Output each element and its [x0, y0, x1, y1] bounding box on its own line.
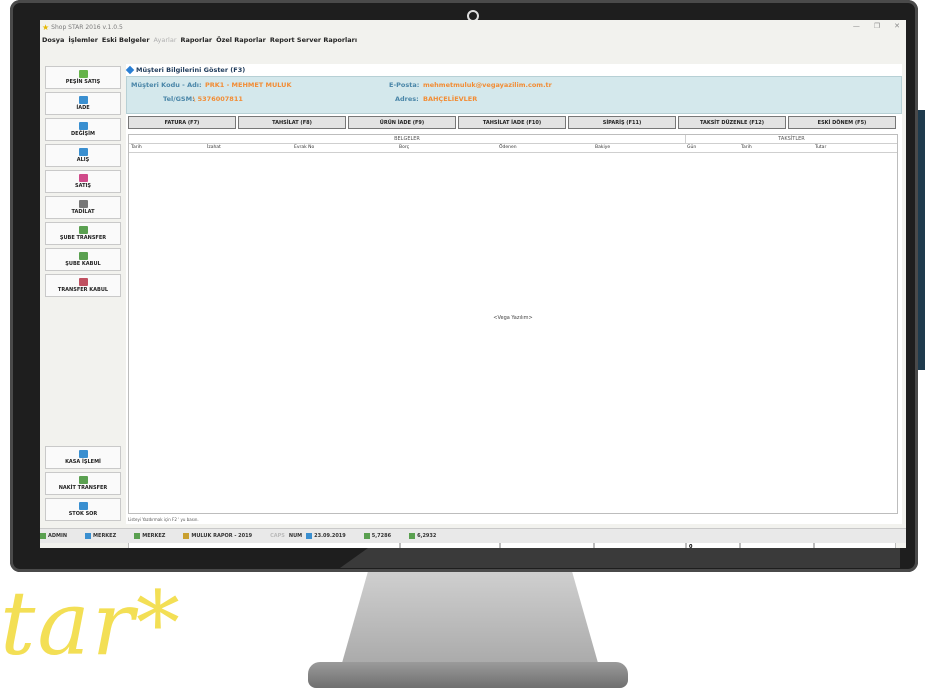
sidebar-item-satis[interactable]: SATIŞ: [45, 170, 121, 193]
sidebar-item-sube-kabul[interactable]: ŞUBE KABUL: [45, 248, 121, 271]
customer-info: Müşteri Kodu - Adı: PRK1 - MEHMET MULUK …: [126, 76, 902, 114]
column-bakiye[interactable]: Bakiye: [595, 145, 610, 150]
monitor-frame: ★ Shop STAR 2016 v.1.0.5 — ❐ ✕ Dosya İşl…: [10, 0, 918, 572]
sidebar: PEŞİN SATIŞ İADE DEĞİŞİM ALIŞ SATIŞ TADİ…: [42, 64, 122, 526]
column-izahat[interactable]: İzahat: [207, 145, 221, 150]
cash-box-icon: [78, 450, 88, 458]
menu-raporlar[interactable]: Raporlar: [181, 36, 213, 44]
status-branch: MERKEZ: [85, 533, 116, 539]
status-user: ADMIN: [40, 533, 67, 539]
sidebar-item-transfer-kabul[interactable]: TRANSFER KABUL: [45, 274, 121, 297]
exchange-icon: [78, 122, 88, 130]
close-button[interactable]: ✕: [894, 22, 900, 30]
print-hint: Listeyi Yazdırmak için F2 ' yu basın.: [128, 517, 199, 522]
app-window: ★ Shop STAR 2016 v.1.0.5 — ❐ ✕ Dosya İşl…: [40, 20, 906, 548]
sidebar-item-tadilat[interactable]: TADİLAT: [45, 196, 121, 219]
monitor-base: [308, 662, 628, 688]
branch-accept-icon: [78, 252, 88, 260]
action-tabs: FATURA (F7) TAHSİLAT (F8) ÜRÜN İADE (F9)…: [128, 116, 896, 129]
tab-taksit-duzenle[interactable]: TAKSİT DÜZENLE (F12): [678, 116, 786, 129]
email-label: E-Posta:: [389, 81, 420, 89]
sidebar-item-alis[interactable]: ALIŞ: [45, 144, 121, 167]
column-evrak-no[interactable]: Evrak No: [294, 145, 314, 150]
menu-ayarlar[interactable]: Ayarlar: [154, 36, 177, 44]
return-icon: [78, 96, 88, 104]
user-icon: [40, 533, 46, 539]
stock-query-icon: [78, 502, 88, 510]
tab-siparis[interactable]: SİPARİŞ (F11): [568, 116, 676, 129]
tab-fatura[interactable]: FATURA (F7): [128, 116, 236, 129]
maximize-button[interactable]: ❐: [874, 22, 880, 30]
monitor-stand: [340, 560, 600, 670]
tab-tahsilat[interactable]: TAHSİLAT (F8): [238, 116, 346, 129]
sidebar-item-pesin-satis[interactable]: PEŞİN SATIŞ: [45, 66, 121, 89]
sidebar-bottom: KASA İŞLEMİ NAKİT TRANSFER STOK SOR: [42, 444, 124, 524]
star-icon: ★: [42, 22, 50, 32]
column-tutar[interactable]: Tutar: [815, 145, 826, 150]
tab-eski-donem[interactable]: ESKİ DÖNEM (F5): [788, 116, 896, 129]
menu-bar: Dosya İşlemler Eski Belgeler Ayarlar Rap…: [40, 34, 906, 46]
branch-icon: [85, 533, 92, 539]
branch-transfer-icon: [78, 226, 88, 234]
documents-grid[interactable]: BELGELER TAKSİTLER Tarih İzahat Evrak No…: [128, 134, 898, 514]
diamond-icon: [125, 65, 135, 75]
euro-rate-icon: [409, 533, 416, 539]
edit-icon: [78, 200, 88, 208]
money-transfer-icon: [78, 476, 88, 484]
phone-label: Tel/GSM:: [163, 95, 195, 103]
warehouse-icon: [134, 533, 141, 539]
menu-report-server[interactable]: Report Server Raporları: [270, 36, 357, 44]
status-bar: ADMIN MERKEZ MERKEZ MULUK RAPOR - 2019 C…: [40, 528, 906, 543]
column-taksit-tarih[interactable]: Tarih: [741, 145, 752, 150]
group-header-taksitler: TAKSİTLER: [686, 135, 897, 144]
calendar-icon: [306, 533, 313, 539]
status-caps: CAPS: [270, 533, 285, 539]
sidebar-item-iade[interactable]: İADE: [45, 92, 121, 115]
minimize-button[interactable]: —: [853, 22, 860, 30]
status-warehouse: MERKEZ: [134, 533, 165, 539]
window-title: Shop STAR 2016 v.1.0.5: [51, 23, 123, 31]
sidebar-item-kasa-islemi[interactable]: KASA İŞLEMİ: [45, 446, 121, 469]
sale-icon: [78, 174, 88, 182]
dollar-rate-icon: [363, 533, 370, 539]
customer-code-value: PRK1 - MEHMET MULUK: [205, 81, 292, 89]
tab-tahsilat-iade[interactable]: TAHSİLAT İADE (F10): [458, 116, 566, 129]
column-tarih[interactable]: Tarih: [131, 145, 142, 150]
status-usd-rate: 5,7286: [363, 533, 391, 539]
sidebar-item-stok-sor[interactable]: STOK SOR: [45, 498, 121, 521]
transfer-accept-icon: [78, 278, 88, 286]
tab-urun-iade[interactable]: ÜRÜN İADE (F9): [348, 116, 456, 129]
purchase-icon: [78, 148, 88, 156]
brand-logo: tar*: [0, 572, 182, 675]
column-gun[interactable]: Gün: [687, 145, 696, 150]
status-eur-rate: 6,2932: [409, 533, 436, 539]
address-label: Adres:: [395, 95, 419, 103]
menu-ozel-raporlar[interactable]: Özel Raporlar: [216, 36, 266, 44]
column-odenen[interactable]: Ödenen: [499, 145, 517, 150]
sidebar-item-sube-transfer[interactable]: ŞUBE TRANSFER: [45, 222, 121, 245]
menu-dosya[interactable]: Dosya: [42, 36, 64, 44]
email-value: mehmetmuluk@vegayazilim.com.tr: [423, 81, 552, 89]
cash-register-icon: [78, 70, 88, 78]
grid-watermark: <Vega Yazılım>: [493, 315, 533, 321]
column-borc[interactable]: Borç: [399, 145, 409, 150]
main-panel: Müşteri Bilgilerini Göster (F3) Müşteri …: [125, 64, 902, 548]
status-num: NUM: [288, 533, 303, 539]
status-report: MULUK RAPOR - 2019: [183, 533, 252, 539]
menu-eski-belgeler[interactable]: Eski Belgeler: [102, 36, 150, 44]
status-date: 23.09.2019: [306, 533, 346, 539]
group-header-belgeler: BELGELER: [129, 135, 686, 144]
report-icon: [183, 533, 190, 539]
address-value: BAHÇELİEVLER: [423, 95, 478, 103]
phone-value: \ 5376007811: [193, 95, 243, 103]
panel-title: Müşteri Bilgilerini Göster (F3): [125, 64, 902, 76]
sidebar-item-degisim[interactable]: DEĞİŞİM: [45, 118, 121, 141]
title-bar: ★ Shop STAR 2016 v.1.0.5 — ❐ ✕: [40, 20, 906, 34]
customer-code-label: Müşteri Kodu - Adı:: [131, 81, 202, 89]
column-headers: Tarih İzahat Evrak No Borç Ödenen Bakiye…: [129, 144, 897, 153]
menu-islemler[interactable]: İşlemler: [68, 36, 98, 44]
sidebar-item-nakit-transfer[interactable]: NAKİT TRANSFER: [45, 472, 121, 495]
